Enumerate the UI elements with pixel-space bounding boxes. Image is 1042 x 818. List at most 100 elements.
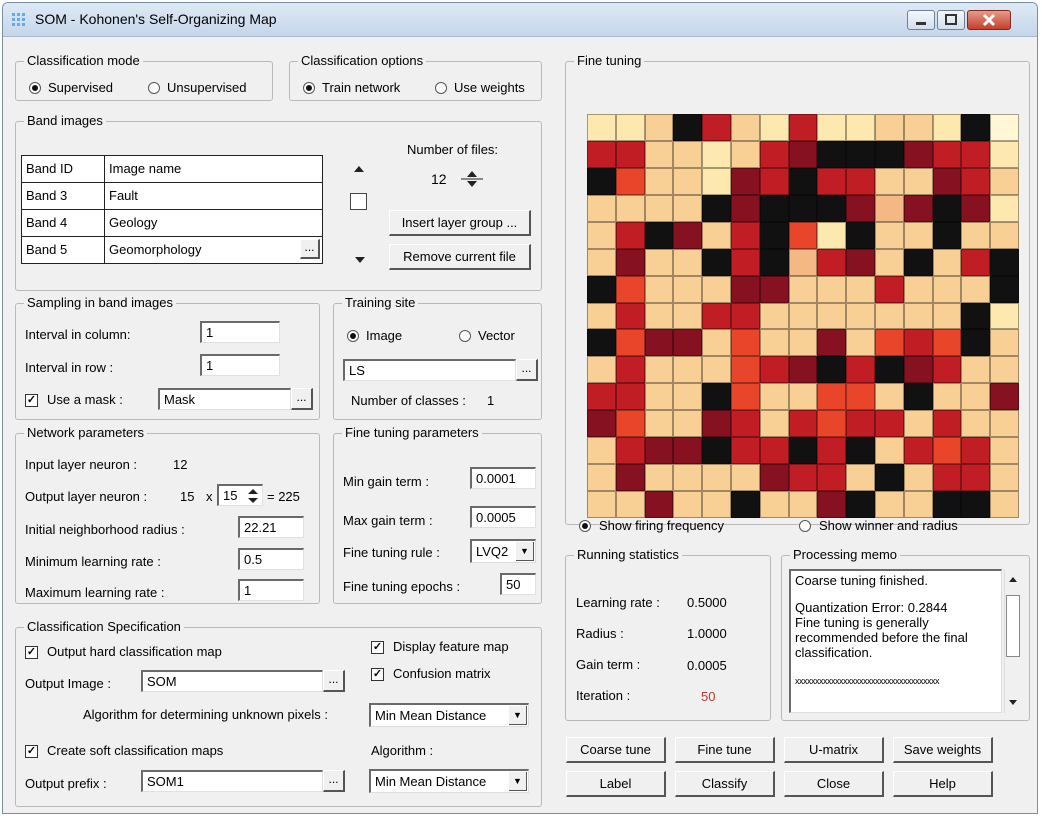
files-spinner-icon[interactable] (459, 168, 485, 190)
help-button[interactable]: Help (893, 771, 993, 797)
output-spinner-arrows-icon[interactable] (245, 487, 261, 505)
som-neuron-cell (702, 114, 731, 141)
display-feature-map-checkbox[interactable]: ✓ (371, 641, 384, 654)
algorithm-select[interactable]: Min Mean Distance ▼ (369, 769, 529, 793)
unknown-pixels-select[interactable]: Min Mean Distance ▼ (369, 703, 529, 727)
scroll-down-icon[interactable] (1008, 699, 1018, 707)
output-layer-first: 15 (180, 489, 195, 504)
minimize-button[interactable] (907, 10, 935, 30)
som-neuron-cell (644, 194, 674, 222)
scroll-down-icon[interactable] (354, 255, 366, 265)
training-site-field[interactable]: LS (343, 359, 516, 381)
memo-scroll-thumb[interactable] (1006, 595, 1020, 657)
dialog-body: Classification mode Supervised Unsupervi… (3, 37, 1037, 813)
hard-map-checkbox[interactable]: ✓ (25, 646, 38, 659)
som-neuron-cell (846, 383, 875, 411)
som-feature-map[interactable] (587, 114, 1019, 518)
som-neuron-cell (615, 275, 645, 303)
training-image-radio[interactable] (347, 330, 359, 342)
table-row[interactable]: Band 5 Geomorphology ... (21, 236, 323, 264)
som-neuron-cell (587, 437, 616, 465)
band-id-cell: Band 5 (21, 236, 105, 264)
memo-line: Quantization Error: 0.2844 (795, 600, 948, 615)
table-row[interactable]: Band 3 Fault (21, 182, 323, 210)
scroll-thumb[interactable] (350, 193, 367, 210)
som-neuron-cell (759, 491, 789, 518)
band-table-header: Band ID Image name (21, 155, 323, 183)
classify-button[interactable]: Classify (675, 771, 775, 797)
training-site-browse-button[interactable]: ... (516, 359, 538, 381)
confusion-matrix-checkbox[interactable]: ✓ (371, 668, 384, 681)
soft-maps-checkbox[interactable]: ✓ (25, 745, 38, 758)
scroll-up-icon[interactable] (353, 164, 365, 174)
show-firing-frequency-radio[interactable] (579, 520, 591, 532)
som-neuron-cell (903, 275, 933, 303)
interval-column-label: Interval in column: (25, 327, 131, 342)
fine-tuning-epochs-field[interactable]: 50 (500, 573, 536, 595)
output-layer-label: Output layer neuron : (25, 489, 148, 504)
train-network-radio[interactable] (303, 82, 315, 94)
output-image-browse-button[interactable]: ... (323, 670, 345, 692)
som-neuron-cell (961, 114, 991, 141)
fine-tune-button[interactable]: Fine tune (675, 737, 775, 763)
close-button[interactable]: Close (784, 771, 884, 797)
remove-current-file-button[interactable]: Remove current file (389, 244, 531, 270)
scroll-up-icon[interactable] (1008, 575, 1018, 583)
som-neuron-cell (846, 194, 875, 222)
som-neuron-cell (730, 329, 760, 357)
som-neuron-cell (961, 383, 991, 411)
som-neuron-cell (615, 329, 645, 357)
som-neuron-cell (961, 356, 991, 384)
interval-column-field[interactable]: 1 (200, 321, 280, 343)
image-name-cell[interactable]: Geomorphology ... (104, 236, 323, 264)
mask-field[interactable]: Mask (158, 388, 291, 410)
som-neuron-cell (874, 114, 904, 141)
supervised-radio[interactable] (29, 82, 41, 94)
memo-scrollbar[interactable] (1004, 569, 1020, 713)
band-table[interactable]: Band ID Image name Band 3 Fault Band 4 G… (21, 155, 323, 264)
use-mask-checkbox[interactable]: ✓ (25, 394, 38, 407)
som-neuron-cell (730, 464, 760, 492)
show-winner-radius-radio[interactable] (799, 520, 811, 532)
band-id-header: Band ID (21, 155, 105, 183)
som-neuron-cell (788, 410, 818, 438)
display-feature-map-label: Display feature map (393, 639, 509, 654)
output-prefix-browse-button[interactable]: ... (323, 770, 345, 792)
coarse-tune-button[interactable]: Coarse tune (566, 737, 666, 763)
row-browse-button[interactable]: ... (300, 239, 320, 259)
max-gain-field[interactable]: 0.0005 (470, 506, 536, 528)
use-weights-radio[interactable] (435, 82, 447, 94)
som-neuron-cell (673, 329, 703, 357)
som-neuron-cell (817, 221, 847, 249)
max-gain-label: Max gain term : (343, 513, 433, 528)
close-window-button[interactable] (967, 10, 1011, 30)
u-matrix-button[interactable]: U-matrix (784, 737, 884, 763)
stat-gain-term-label: Gain term : (576, 657, 641, 672)
table-row[interactable]: Band 4 Geology (21, 209, 323, 237)
som-neuron-cell (817, 248, 847, 276)
som-neuron-cell (615, 464, 645, 492)
processing-memo-text[interactable]: Coarse tuning finished. Quantization Err… (789, 569, 1002, 713)
output-prefix-field[interactable]: SOM1 (141, 770, 323, 792)
training-vector-radio[interactable] (459, 330, 471, 342)
max-learning-rate-field[interactable]: 1 (238, 579, 304, 601)
som-neuron-cell (702, 248, 731, 276)
image-name-cell[interactable]: Fault (104, 182, 323, 210)
min-gain-field[interactable]: 0.0001 (470, 467, 536, 489)
stat-gain-term-value: 0.0005 (687, 658, 727, 673)
label-button[interactable]: Label (566, 771, 666, 797)
mask-browse-button[interactable]: ... (291, 388, 313, 410)
som-neuron-cell (874, 302, 904, 330)
min-learning-rate-field[interactable]: 0.5 (238, 548, 304, 570)
maximize-button[interactable] (937, 10, 965, 30)
output-image-field[interactable]: SOM (141, 670, 323, 692)
som-neuron-cell (990, 410, 1019, 438)
image-name-cell[interactable]: Geology (104, 209, 323, 237)
save-weights-button[interactable]: Save weights (893, 737, 993, 763)
insert-layer-group-button[interactable]: Insert layer group ... (389, 210, 531, 236)
initial-radius-field[interactable]: 22.21 (238, 516, 304, 538)
som-neuron-cell (817, 410, 847, 438)
interval-row-field[interactable]: 1 (200, 354, 280, 376)
fine-tuning-rule-select[interactable]: LVQ2 ▼ (470, 539, 536, 563)
unsupervised-radio[interactable] (148, 82, 160, 94)
